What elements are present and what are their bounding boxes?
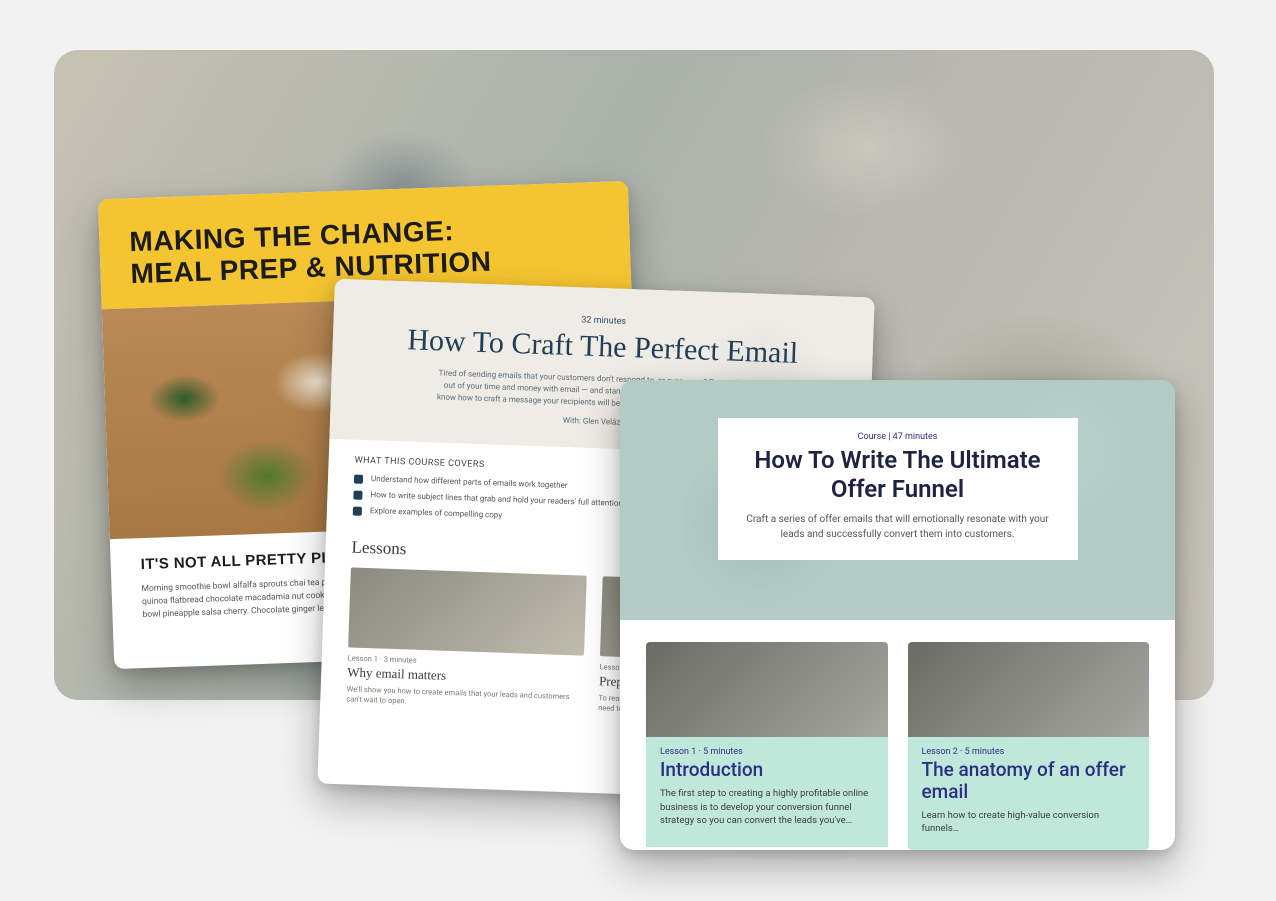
card-a-title: MAKING THE CHANGE: MEAL PREP & NUTRITION bbox=[129, 210, 601, 291]
check-icon bbox=[353, 506, 362, 515]
lesson-thumbnail bbox=[348, 567, 587, 655]
card-c-meta: Course | 47 minutes bbox=[742, 432, 1054, 442]
card-b-cover-text: Explore examples of compelling copy bbox=[370, 506, 503, 520]
card-c-panel: Course | 47 minutes How To Write The Ult… bbox=[718, 418, 1078, 560]
lesson-meta: Lesson 2 · 5 minutes bbox=[922, 747, 1136, 757]
lesson-description: We'll show you how to create emails that… bbox=[346, 684, 583, 713]
lesson-card[interactable]: Lesson 1 · 5 minutes Introduction The fi… bbox=[646, 642, 888, 850]
lesson-meta: Lesson 1 · 5 minutes bbox=[660, 747, 874, 757]
showcase-container: MAKING THE CHANGE: MEAL PREP & NUTRITION… bbox=[0, 0, 1276, 901]
lesson-title: The anatomy of an offer email bbox=[922, 759, 1136, 803]
card-b-cover-text: Understand how different parts of emails… bbox=[371, 474, 568, 490]
lesson-description: The first step to creating a highly prof… bbox=[660, 787, 874, 828]
lesson-card[interactable]: Lesson 1 · 3 minutes Why email matters W… bbox=[346, 567, 587, 713]
lesson-description: Learn how to create high-value conversio… bbox=[922, 809, 1136, 837]
card-b-cover-text: How to write subject lines that grab and… bbox=[370, 490, 623, 508]
lesson-thumbnail bbox=[908, 642, 1150, 737]
lesson-card[interactable]: Lesson 2 · 5 minutes The anatomy of an o… bbox=[908, 642, 1150, 850]
card-c-hero: Course | 47 minutes How To Write The Ult… bbox=[620, 380, 1175, 620]
card-c-title: How To Write The Ultimate Offer Funnel bbox=[742, 446, 1054, 504]
lesson-title: Introduction bbox=[660, 759, 874, 781]
card-c-description: Craft a series of offer emails that will… bbox=[742, 512, 1054, 542]
card-c-lessons: Lesson 1 · 5 minutes Introduction The fi… bbox=[620, 620, 1175, 850]
lesson-thumbnail bbox=[646, 642, 888, 737]
check-icon bbox=[353, 490, 362, 499]
course-card-offer-funnel[interactable]: Course | 47 minutes How To Write The Ult… bbox=[620, 380, 1175, 850]
check-icon bbox=[354, 474, 363, 483]
